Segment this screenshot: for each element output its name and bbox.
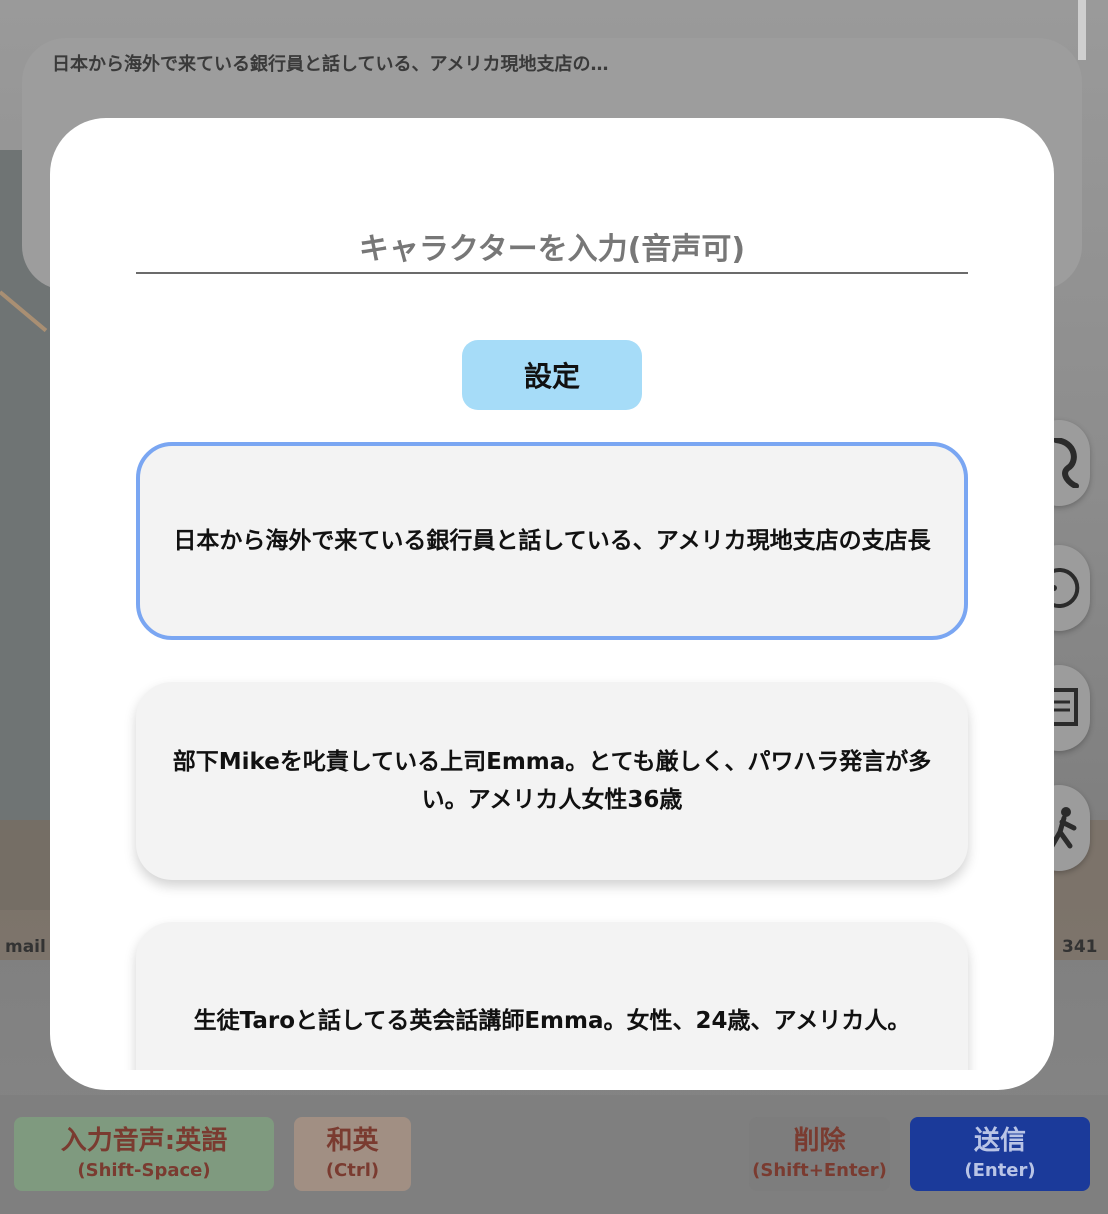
send-label: 送信 <box>973 1126 1026 1156</box>
input-voice-label: 入力音声:英語 <box>60 1126 228 1156</box>
mail-label: mail <box>5 937 46 957</box>
input-voice-shortcut: (Shift-Space) <box>77 1160 211 1181</box>
character-card-text: 部下Mikeを叱責している上司Emma。とても厳しく、パワハラ発言が多い。アメリ… <box>172 749 932 813</box>
character-card[interactable]: 部下Mikeを叱責している上司Emma。とても厳しく、パワハラ発言が多い。アメリ… <box>136 682 968 880</box>
character-list: 日本から海外で来ている銀行員と話している、アメリカ現地支店の支店長 部下Mike… <box>50 118 1054 1070</box>
chat-bubble-text: 日本から海外で来ている銀行員と話している、アメリカ現地支店の… <box>52 54 609 75</box>
delete-label: 削除 <box>793 1126 846 1156</box>
delete-shortcut: (Shift+Enter) <box>752 1160 887 1181</box>
translate-button[interactable]: 和英 (Ctrl) <box>294 1117 411 1191</box>
send-shortcut: (Enter) <box>964 1160 1036 1181</box>
background-pole <box>1078 0 1086 60</box>
translate-label: 和英 <box>326 1126 379 1156</box>
character-card[interactable]: 日本から海外で来ている銀行員と話している、アメリカ現地支店の支店長 <box>136 442 968 640</box>
character-count: 341 <box>1062 937 1098 957</box>
character-card-text: 生徒Taroと話してる英会話講師Emma。女性、24歳、アメリカ人。 <box>193 1008 911 1034</box>
character-card-text: 日本から海外で来ている銀行員と話している、アメリカ現地支店の支店長 <box>173 528 931 554</box>
send-button[interactable]: 送信 (Enter) <box>910 1117 1090 1191</box>
delete-button[interactable]: 削除 (Shift+Enter) <box>749 1117 890 1191</box>
input-voice-button[interactable]: 入力音声:英語 (Shift-Space) <box>14 1117 274 1191</box>
character-modal: 設定 日本から海外で来ている銀行員と話している、アメリカ現地支店の支店長 部下M… <box>50 118 1054 1090</box>
character-card[interactable]: 生徒Taroと話してる英会話講師Emma。女性、24歳、アメリカ人。 <box>136 922 968 1070</box>
translate-shortcut: (Ctrl) <box>325 1160 380 1181</box>
